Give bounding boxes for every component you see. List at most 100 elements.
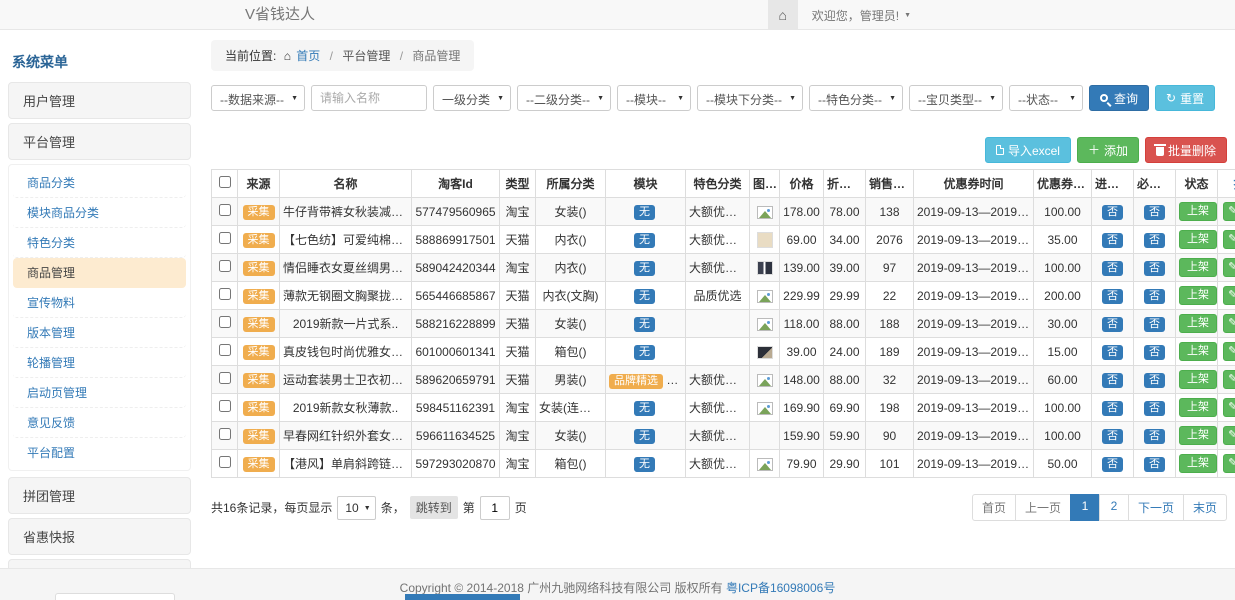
- row-checkbox[interactable]: [219, 428, 231, 440]
- filter-data-source-select[interactable]: --数据来源-- ▼: [211, 85, 305, 111]
- cell-coupon-amount: 50.00: [1034, 450, 1092, 478]
- row-checkbox[interactable]: [219, 456, 231, 468]
- edit-button[interactable]: ✎: [1223, 230, 1235, 249]
- next-page-button[interactable]: 下一页: [1128, 494, 1184, 521]
- edit-button[interactable]: ✎: [1223, 426, 1235, 445]
- must-buy-badge[interactable]: 否: [1144, 317, 1165, 332]
- sidebar-item[interactable]: 模块商品分类: [13, 198, 186, 228]
- must-buy-badge[interactable]: 否: [1144, 205, 1165, 220]
- sidebar-item[interactable]: 轮播管理: [13, 348, 186, 378]
- sidebar-item[interactable]: 商品分类: [13, 168, 186, 198]
- first-page-button[interactable]: 首页: [972, 494, 1016, 521]
- filter-select[interactable]: --特色分类-- ▼: [809, 85, 903, 111]
- status-button[interactable]: 上架: [1179, 286, 1217, 305]
- cell-price: 159.90: [780, 422, 824, 450]
- status-button[interactable]: 上架: [1179, 342, 1217, 361]
- sidebar-item[interactable]: 平台配置: [13, 438, 186, 467]
- sidebar-group[interactable]: 省惠快报: [8, 518, 191, 555]
- sidebar-item[interactable]: 意见反馈: [13, 408, 186, 438]
- must-buy-badge[interactable]: 否: [1144, 373, 1165, 388]
- must-buy-badge[interactable]: 否: [1144, 401, 1165, 416]
- per-page-select[interactable]: 10 ▼: [337, 496, 375, 520]
- must-buy-badge[interactable]: 否: [1144, 345, 1165, 360]
- row-checkbox[interactable]: [219, 204, 231, 216]
- reset-button[interactable]: ↻ 重置: [1155, 85, 1215, 111]
- last-page-button[interactable]: 末页: [1183, 494, 1227, 521]
- row-checkbox[interactable]: [219, 372, 231, 384]
- batch-delete-button[interactable]: 批量删除: [1145, 137, 1227, 163]
- filter-select[interactable]: --模块-- ▼: [617, 85, 691, 111]
- cell-status: 上架: [1176, 450, 1218, 478]
- edit-button[interactable]: ✎: [1223, 398, 1235, 417]
- status-button[interactable]: 上架: [1179, 398, 1217, 417]
- sidebar-item[interactable]: 启动页管理: [13, 378, 186, 408]
- import-select-badge[interactable]: 否: [1102, 261, 1123, 276]
- sidebar-item[interactable]: 特色分类: [13, 228, 186, 258]
- page-2-button[interactable]: 2: [1099, 494, 1129, 521]
- status-button[interactable]: 上架: [1179, 258, 1217, 277]
- status-button[interactable]: 上架: [1179, 314, 1217, 333]
- jump-to-button[interactable]: 跳转到: [410, 496, 458, 519]
- must-buy-badge[interactable]: 否: [1144, 457, 1165, 472]
- import-excel-button[interactable]: 导入excel: [985, 137, 1071, 163]
- sidebar-item[interactable]: 宣传物料: [13, 288, 186, 318]
- import-select-badge[interactable]: 否: [1102, 401, 1123, 416]
- edit-button[interactable]: ✎: [1223, 258, 1235, 277]
- edit-button[interactable]: ✎: [1223, 454, 1235, 473]
- import-select-badge[interactable]: 否: [1102, 205, 1123, 220]
- import-select-badge[interactable]: 否: [1102, 317, 1123, 332]
- name-search-input[interactable]: [311, 85, 427, 111]
- edit-icon: ✎: [1228, 290, 1235, 301]
- import-select-badge[interactable]: 否: [1102, 457, 1123, 472]
- filter-select[interactable]: --宝贝类型-- ▼: [909, 85, 1003, 111]
- row-checkbox[interactable]: [219, 288, 231, 300]
- must-buy-badge[interactable]: 否: [1144, 429, 1165, 444]
- user-menu[interactable]: 欢迎您，管理员! ▼: [798, 0, 925, 30]
- import-select-badge[interactable]: 否: [1102, 429, 1123, 444]
- module-badge: 无: [634, 289, 655, 304]
- status-button[interactable]: 上架: [1179, 202, 1217, 221]
- status-button[interactable]: 上架: [1179, 230, 1217, 249]
- cell-import-select: 否: [1092, 450, 1134, 478]
- row-checkbox[interactable]: [219, 260, 231, 272]
- must-buy-badge[interactable]: 否: [1144, 233, 1165, 248]
- select-all-checkbox[interactable]: [219, 176, 231, 188]
- page-number-input[interactable]: [480, 496, 510, 520]
- product-thumbnail: [757, 374, 773, 387]
- edit-button[interactable]: ✎: [1223, 202, 1235, 221]
- filter-select[interactable]: --二级分类-- ▼: [517, 85, 611, 111]
- row-checkbox[interactable]: [219, 316, 231, 328]
- edit-button[interactable]: ✎: [1223, 314, 1235, 333]
- sidebar-item[interactable]: 版本管理: [13, 318, 186, 348]
- prev-page-button[interactable]: 上一页: [1015, 494, 1071, 521]
- must-buy-badge[interactable]: 否: [1144, 261, 1165, 276]
- sidebar-group[interactable]: 拼团管理: [8, 477, 191, 514]
- row-checkbox[interactable]: [219, 400, 231, 412]
- edit-button[interactable]: ✎: [1223, 342, 1235, 361]
- must-buy-badge[interactable]: 否: [1144, 289, 1165, 304]
- edit-button[interactable]: ✎: [1223, 370, 1235, 389]
- edit-button[interactable]: ✎: [1223, 286, 1235, 305]
- status-button[interactable]: 上架: [1179, 426, 1217, 445]
- status-button[interactable]: 上架: [1179, 454, 1217, 473]
- filter-select[interactable]: --模块下分类-- ▼: [697, 85, 803, 111]
- row-checkbox[interactable]: [219, 344, 231, 356]
- status-button[interactable]: 上架: [1179, 370, 1217, 389]
- sidebar-group-platform-management[interactable]: 平台管理: [8, 123, 191, 160]
- import-select-badge[interactable]: 否: [1102, 289, 1123, 304]
- import-select-badge[interactable]: 否: [1102, 233, 1123, 248]
- cell-type: 天猫: [500, 226, 536, 254]
- filter-select[interactable]: --状态-- ▼: [1009, 85, 1083, 111]
- filter-select[interactable]: 一级分类 ▼: [433, 85, 511, 111]
- search-button[interactable]: 查询: [1089, 85, 1149, 111]
- sidebar-item[interactable]: 商品管理: [13, 258, 186, 288]
- home-button[interactable]: ⌂: [768, 0, 798, 30]
- page-1-button[interactable]: 1: [1070, 494, 1100, 521]
- icp-link[interactable]: 粤ICP备16098006号: [726, 581, 835, 595]
- import-select-badge[interactable]: 否: [1102, 345, 1123, 360]
- add-button[interactable]: ＋ 添加: [1077, 137, 1139, 163]
- sidebar-group-user-management[interactable]: 用户管理: [8, 82, 191, 119]
- import-select-badge[interactable]: 否: [1102, 373, 1123, 388]
- row-checkbox[interactable]: [219, 232, 231, 244]
- breadcrumb-home-link[interactable]: 首页: [296, 49, 320, 63]
